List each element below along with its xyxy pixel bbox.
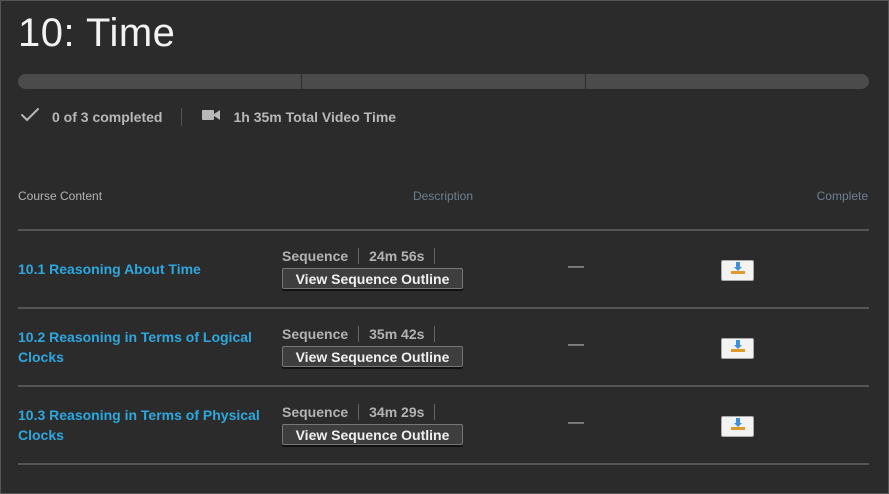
sequence-type: Sequence <box>282 326 349 342</box>
sequence-meta: Sequence 24m 56s <box>282 248 445 264</box>
sequence-link[interactable]: 10.3 Reasoning in Terms of Physical Cloc… <box>18 387 268 463</box>
sequence-duration: 24m 56s <box>369 248 425 264</box>
progress-segment <box>302 74 585 89</box>
sequence-type: Sequence <box>282 404 349 420</box>
meta-divider <box>358 326 360 342</box>
view-sequence-outline-button[interactable]: View Sequence Outline <box>282 424 463 445</box>
description-value: — <box>568 258 584 275</box>
course-unit-panel: 10: Time 0 of 3 completed 1h 35m Total V… <box>0 0 889 494</box>
sequence-meta: Sequence 34m 29s <box>282 404 445 420</box>
download-tray-icon <box>729 417 747 436</box>
header-course-content: Course Content <box>18 189 103 203</box>
total-video-time: 1h 35m Total Video Time <box>233 108 397 125</box>
description-value: — <box>568 336 584 353</box>
description-value: — <box>568 414 584 431</box>
progress-segment <box>586 74 869 89</box>
meta-divider <box>358 404 360 420</box>
table-divider <box>18 463 869 465</box>
completed-count: 0 of 3 completed <box>52 108 163 125</box>
meta-divider <box>434 404 436 420</box>
header-description: Description <box>413 189 474 203</box>
progress-segment <box>18 74 301 89</box>
table-row: 10.2 Reasoning in Terms of Logical Clock… <box>18 309 869 385</box>
table-row: 10.3 Reasoning in Terms of Physical Cloc… <box>18 387 869 463</box>
complete-toggle-button[interactable] <box>721 260 754 281</box>
sequence-link[interactable]: 10.2 Reasoning in Terms of Logical Clock… <box>18 309 268 385</box>
download-tray-icon <box>729 261 747 280</box>
unit-stats: 0 of 3 completed 1h 35m Total Video Time <box>20 107 396 126</box>
sequence-link[interactable]: 10.1 Reasoning About Time <box>18 231 268 307</box>
completed-stat: 0 of 3 completed <box>20 107 162 126</box>
table-row: 10.1 Reasoning About Time Sequence 24m 5… <box>18 231 869 307</box>
sequence-duration: 35m 42s <box>369 326 425 342</box>
page-title: 10: Time <box>18 11 176 55</box>
sequence-meta: Sequence 35m 42s <box>282 326 445 342</box>
sequence-type: Sequence <box>282 248 349 264</box>
download-tray-icon <box>729 339 747 358</box>
progress-bar <box>18 74 869 89</box>
video-camera-icon <box>201 108 233 125</box>
video-time-stat: 1h 35m Total Video Time <box>201 108 396 125</box>
checkmark-icon <box>20 107 52 126</box>
meta-divider <box>434 248 436 264</box>
view-sequence-outline-button[interactable]: View Sequence Outline <box>282 268 463 289</box>
stat-divider <box>181 107 183 126</box>
meta-divider <box>358 248 360 264</box>
view-sequence-outline-button[interactable]: View Sequence Outline <box>282 346 463 367</box>
complete-toggle-button[interactable] <box>721 338 754 359</box>
meta-divider <box>434 326 436 342</box>
header-complete: Complete <box>816 189 868 203</box>
complete-toggle-button[interactable] <box>721 416 754 437</box>
sequence-duration: 34m 29s <box>369 404 425 420</box>
